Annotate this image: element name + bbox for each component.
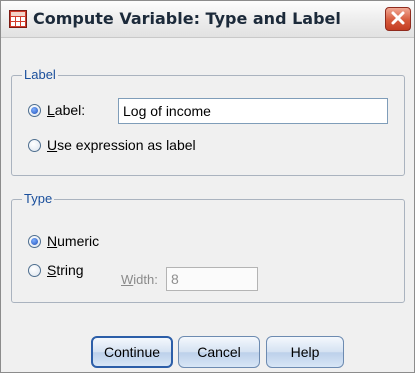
width-input[interactable]: [166, 267, 258, 291]
width-label: Width:: [121, 272, 158, 287]
continue-button[interactable]: Continue: [91, 336, 173, 368]
help-button[interactable]: Help: [266, 336, 344, 368]
expression-radio-button[interactable]: [28, 138, 41, 152]
numeric-radio-label: Numeric: [47, 233, 100, 249]
string-radio-button[interactable]: [28, 263, 41, 277]
expression-radio-option[interactable]: Use expression as label: [28, 137, 196, 153]
label-radio-button[interactable]: [28, 103, 41, 117]
numeric-radio-option[interactable]: Numeric: [28, 233, 99, 249]
label-group: Label Label: Use expression as label: [11, 67, 405, 176]
type-group: Type Numeric String Width:: [11, 191, 405, 303]
string-radio-label: String: [47, 262, 84, 278]
label-radio-option[interactable]: Label:: [28, 102, 85, 118]
dialog-window: Compute Variable: Type and Label Label L…: [0, 0, 415, 373]
expression-radio-label: Use expression as label: [47, 137, 196, 153]
close-button[interactable]: [385, 7, 411, 31]
title-bar[interactable]: Compute Variable: Type and Label: [1, 1, 414, 38]
label-text-input[interactable]: [118, 98, 388, 124]
type-group-title: Type: [22, 191, 55, 206]
window-title: Compute Variable: Type and Label: [33, 9, 341, 28]
label-group-title: Label: [22, 67, 58, 82]
label-radio-label: Label:: [47, 102, 86, 118]
dialog-body: Label Label: Use expression as label Typ…: [11, 53, 405, 368]
cancel-button[interactable]: Cancel: [178, 336, 260, 368]
close-icon: [391, 11, 405, 25]
spss-grid-icon: [9, 10, 27, 28]
string-radio-option[interactable]: String: [28, 262, 84, 278]
numeric-radio-button[interactable]: [28, 234, 41, 248]
